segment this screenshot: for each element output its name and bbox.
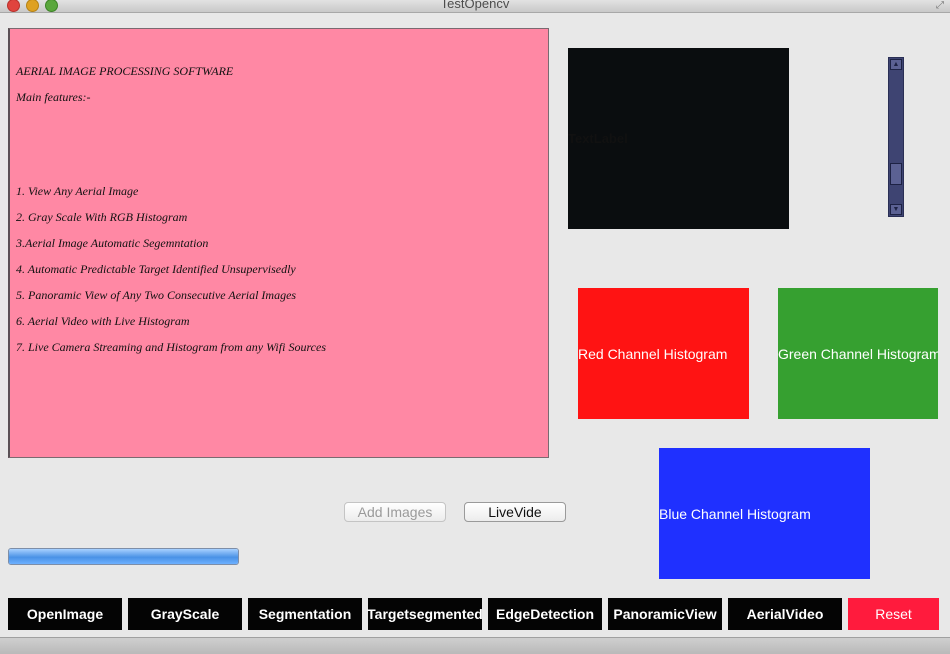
status-bar — [0, 637, 950, 654]
text-line: 7. Live Camera Streaming and Histogram f… — [16, 340, 326, 354]
aerial-video-button[interactable]: AerialVideo — [728, 598, 842, 630]
window-title: TestOpencv — [440, 0, 510, 11]
panoramic-view-button[interactable]: PanoramicView — [608, 598, 722, 630]
open-image-button[interactable]: OpenImage — [8, 598, 122, 630]
red-channel-histogram: Red Channel Histogram — [578, 288, 749, 419]
scroll-thumb[interactable] — [890, 163, 902, 185]
features-text-panel[interactable]: AERIAL IMAGE PROCESSING SOFTWARE Main fe… — [8, 28, 549, 458]
grayscale-button[interactable]: GrayScale — [128, 598, 242, 630]
fullscreen-icon[interactable]: ⤢ — [936, 0, 944, 11]
reset-button[interactable]: Reset — [848, 598, 939, 630]
blue-histogram-label: Blue Channel Histogram — [659, 505, 811, 522]
text-line: 4. Automatic Predictable Target Identifi… — [16, 262, 296, 276]
blue-channel-histogram: Blue Channel Histogram — [659, 448, 870, 579]
vertical-scrollbar[interactable]: ▲ ▼ — [888, 57, 904, 217]
scroll-down-arrow-icon[interactable]: ▼ — [890, 204, 902, 215]
progress-bar — [8, 548, 239, 565]
text-line: AERIAL IMAGE PROCESSING SOFTWARE — [16, 64, 234, 78]
image-label-text: TextLabel — [568, 131, 628, 146]
image-display-label: TextLabel — [568, 48, 789, 229]
live-video-button[interactable]: LiveVide — [464, 502, 566, 522]
edge-detection-button[interactable]: EdgeDetection — [488, 598, 602, 630]
text-line: 2. Gray Scale With RGB Histogram — [16, 210, 188, 224]
text-line: 5. Panoramic View of Any Two Consecutive… — [16, 288, 297, 302]
green-histogram-label: Green Channel Histogram — [778, 345, 938, 362]
segmentation-button[interactable]: Segmentation — [248, 598, 362, 630]
title-bar: TestOpencv ⤢ — [0, 0, 950, 13]
target-segmented-button[interactable]: Targetsegmented — [367, 598, 483, 630]
red-histogram-label: Red Channel Histogram — [578, 345, 728, 362]
green-channel-histogram: Green Channel Histogram — [778, 288, 938, 419]
add-images-button[interactable]: Add Images — [344, 502, 446, 522]
text-line: Main features:- — [16, 90, 91, 104]
progress-fill — [9, 549, 238, 564]
scroll-up-arrow-icon[interactable]: ▲ — [890, 59, 902, 70]
text-line: 3.Aerial Image Automatic Segemntation — [16, 236, 209, 250]
text-line: 6. Aerial Video with Live Histogram — [16, 314, 190, 328]
text-line: 1. View Any Aerial Image — [16, 184, 139, 198]
